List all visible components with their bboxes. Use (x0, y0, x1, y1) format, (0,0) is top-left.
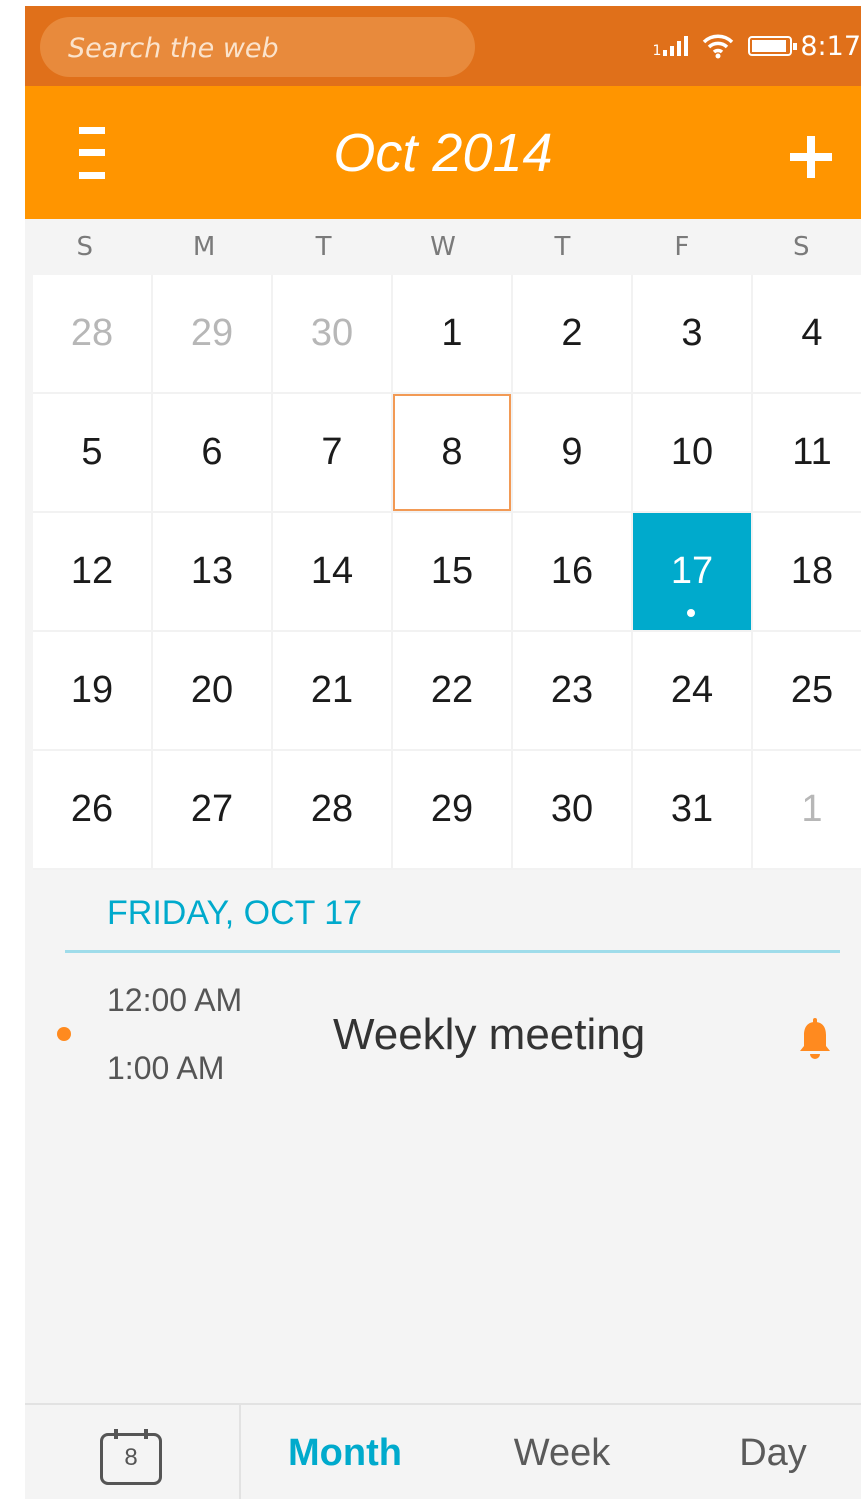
day-cell[interactable]: 27 (153, 751, 271, 868)
day-cell[interactable]: 10 (633, 394, 751, 511)
tab-day[interactable]: Day (705, 1405, 841, 1499)
day-cell[interactable]: 2 (513, 275, 631, 392)
day-cell[interactable]: 21 (273, 632, 391, 749)
day-cell[interactable]: 29 (393, 751, 511, 868)
event-calendar-dot (57, 1027, 71, 1041)
day-cell[interactable]: 18 (753, 513, 861, 630)
bell-icon (800, 1018, 830, 1059)
day-cell[interactable]: 25 (753, 632, 861, 749)
day-cell[interactable]: 29 (153, 275, 271, 392)
wifi-icon (703, 34, 734, 59)
tab-month[interactable]: Month (265, 1405, 425, 1499)
day-cell[interactable]: 4 (753, 275, 861, 392)
day-cell[interactable]: 11 (753, 394, 861, 511)
weekday-label: F (674, 232, 690, 262)
day-cell[interactable]: 1 (753, 751, 861, 868)
day-cell[interactable]: 22 (393, 632, 511, 749)
event-indicator-dot (687, 609, 695, 617)
day-cell[interactable]: 7 (273, 394, 391, 511)
tab-week[interactable]: Week (487, 1405, 637, 1499)
day-cell[interactable]: 30 (273, 275, 391, 392)
day-cell[interactable]: 20 (153, 632, 271, 749)
day-cell[interactable]: 24 (633, 632, 751, 749)
weekday-label: S (792, 232, 810, 262)
agenda-day-heading: FRIDAY, OCT 17 (107, 894, 363, 932)
today-icon-number: 8 (124, 1444, 138, 1471)
month-grid: 28 29 30 1 2 3 4 5 6 7 8 9 10 11 12 13 1… (33, 275, 861, 870)
day-cell[interactable]: 19 (33, 632, 151, 749)
status-bar: Search the web 1 8:17 (25, 6, 861, 86)
day-cell[interactable]: 28 (33, 275, 151, 392)
calendar-app: Search the web 1 8:17 Oct 2014 S M T W T… (25, 6, 861, 1499)
plus-icon[interactable] (790, 136, 832, 178)
event-title: Weekly meeting (333, 1010, 646, 1059)
day-cell-selected[interactable]: 17 (633, 513, 751, 630)
day-number: 17 (670, 550, 714, 592)
agenda-divider (65, 950, 840, 953)
day-cell[interactable]: 14 (273, 513, 391, 630)
battery-charging-icon (748, 36, 798, 56)
day-cell[interactable]: 23 (513, 632, 631, 749)
search-bar[interactable]: Search the web (40, 17, 475, 77)
signal-icon (663, 36, 689, 56)
day-cell[interactable]: 9 (513, 394, 631, 511)
search-placeholder: Search the web (68, 33, 279, 64)
status-icons: 1 8:17 (652, 24, 861, 68)
event-end-time: 1:00 AM (107, 1050, 225, 1086)
day-cell[interactable]: 28 (273, 751, 391, 868)
day-cell[interactable]: 3 (633, 275, 751, 392)
weekday-label: T (315, 232, 332, 262)
day-cell[interactable]: 12 (33, 513, 151, 630)
weekday-label: W (430, 232, 456, 262)
day-cell[interactable]: 16 (513, 513, 631, 630)
app-header: Oct 2014 (25, 86, 861, 219)
day-cell-today[interactable]: 8 (393, 394, 511, 511)
day-cell[interactable]: 30 (513, 751, 631, 868)
day-cell[interactable]: 1 (393, 275, 511, 392)
weekday-label: M (192, 232, 216, 262)
today-calendar-icon[interactable]: 8 (100, 1429, 162, 1485)
day-cell[interactable]: 6 (153, 394, 271, 511)
status-time: 8:17 (800, 30, 861, 62)
weekday-label: S (76, 232, 93, 262)
sim-number: 1 (652, 43, 662, 59)
event-start-time: 12:00 AM (107, 982, 243, 1018)
weekday-header: S M T W T F S (25, 219, 861, 275)
day-cell[interactable]: 5 (33, 394, 151, 511)
day-cell[interactable]: 31 (633, 751, 751, 868)
month-title: Oct 2014 (333, 123, 553, 183)
day-cell[interactable]: 15 (393, 513, 511, 630)
tab-divider (239, 1405, 241, 1499)
view-tab-bar: 8 Month Week Day (25, 1403, 861, 1499)
weekday-label: T (554, 232, 571, 262)
day-cell[interactable]: 13 (153, 513, 271, 630)
day-cell[interactable]: 26 (33, 751, 151, 868)
